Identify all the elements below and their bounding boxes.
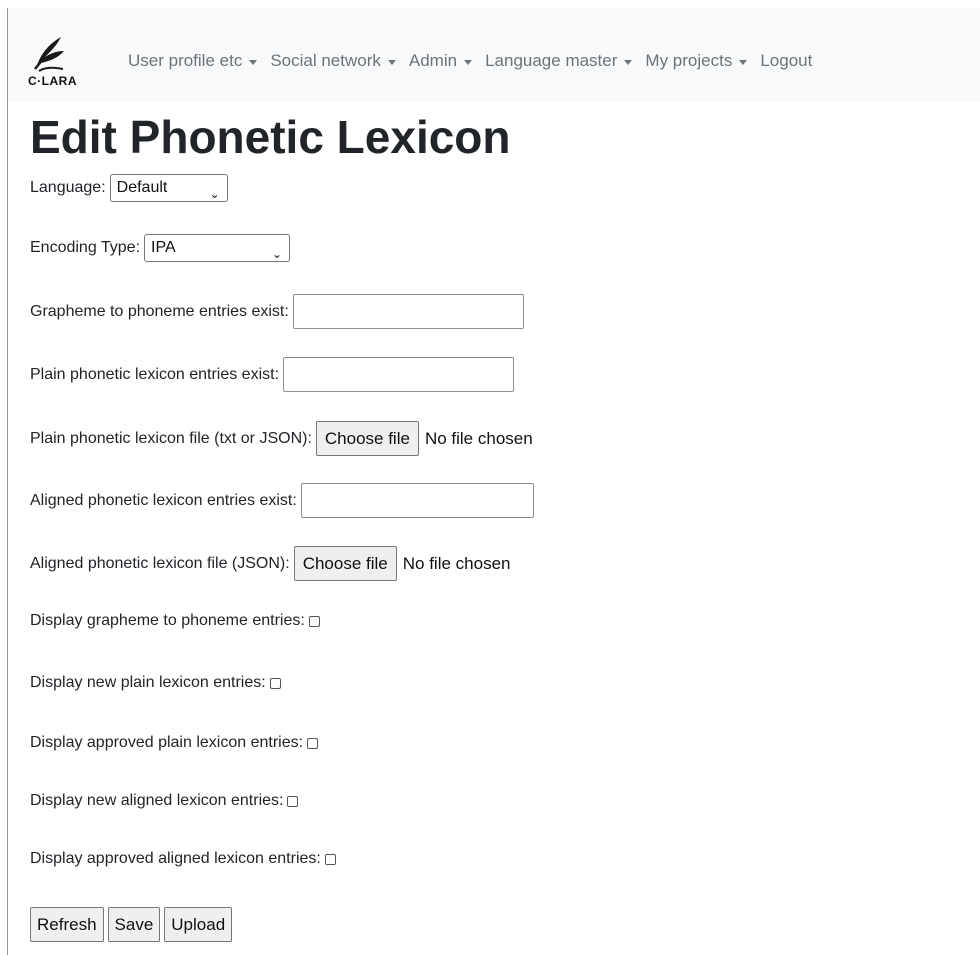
display-approved-plain-checkbox[interactable] — [307, 737, 319, 749]
aligned-file-status: No file chosen — [402, 553, 511, 573]
save-button[interactable]: Save — [107, 907, 161, 942]
quill-pen-logo-icon — [34, 37, 64, 72]
aligned-exist-label: Aligned phonetic lexicon entries exist: — [30, 491, 297, 509]
plain-file-row: Plain phonetic lexicon file (txt or JSON… — [30, 421, 533, 456]
g2p-exist-row: Grapheme to phoneme entries exist: — [30, 294, 524, 329]
aligned-file-choose-button[interactable]: Choose file — [293, 546, 397, 581]
nav-social-network[interactable]: Social network — [270, 51, 396, 71]
left-border — [7, 8, 8, 955]
encoding-select-value: IPA — [151, 239, 176, 256]
g2p-exist-input[interactable] — [292, 294, 524, 329]
display-approved-aligned-row: Display approved aligned lexicon entries… — [30, 850, 336, 868]
plain-file-choose-button[interactable]: Choose file — [315, 421, 419, 456]
nav-logout[interactable]: Logout — [760, 51, 812, 71]
nav-logout-label: Logout — [760, 51, 813, 70]
caret-down-icon — [739, 59, 748, 65]
g2p-exist-label: Grapheme to phoneme entries exist: — [30, 302, 289, 320]
encoding-row: Encoding Type: IPA ⌄ — [30, 234, 291, 262]
display-new-aligned-label: Display new aligned lexicon entries: — [30, 792, 284, 809]
plain-file-status: No file chosen — [424, 428, 533, 448]
encoding-select[interactable]: IPA ⌄ — [144, 234, 291, 262]
display-new-plain-row: Display new plain lexicon entries: — [30, 674, 281, 692]
plain-exist-input[interactable] — [283, 357, 515, 392]
encoding-label: Encoding Type: — [30, 239, 141, 256]
logo-text: C·LARA — [28, 74, 77, 88]
plain-file-label: Plain phonetic lexicon file (txt or JSON… — [30, 429, 312, 447]
aligned-exist-row: Aligned phonetic lexicon entries exist: — [30, 483, 534, 518]
nav-my-projects-label: My projects — [645, 51, 733, 70]
language-row: Language: Default ⌄ — [30, 174, 228, 202]
nav-admin[interactable]: Admin — [408, 51, 473, 71]
display-new-aligned-checkbox[interactable] — [287, 795, 299, 807]
caret-down-icon — [624, 59, 633, 65]
nav-social-network-label: Social network — [270, 51, 381, 70]
display-g2p-label: Display grapheme to phoneme entries: — [30, 612, 305, 629]
aligned-exist-input[interactable] — [300, 483, 534, 518]
display-new-aligned-row: Display new aligned lexicon entries: — [30, 792, 299, 810]
display-g2p-checkbox[interactable] — [308, 615, 320, 627]
display-approved-aligned-label: Display approved aligned lexicon entries… — [30, 850, 321, 867]
display-approved-aligned-checkbox[interactable] — [324, 853, 336, 865]
navbar: C·LARA User profile etc Social network A… — [8, 8, 980, 102]
plain-exist-label: Plain phonetic lexicon entries exist: — [30, 365, 280, 383]
language-select[interactable]: Default ⌄ — [109, 174, 228, 202]
nav-admin-label: Admin — [408, 51, 458, 70]
aligned-file-row: Aligned phonetic lexicon file (JSON): Ch… — [30, 546, 510, 581]
display-new-plain-label: Display new plain lexicon entries: — [30, 674, 266, 691]
language-select-value: Default — [116, 179, 168, 196]
caret-down-icon — [464, 59, 473, 65]
chevron-down-icon: ⌄ — [271, 247, 283, 261]
display-new-plain-checkbox[interactable] — [269, 677, 281, 689]
nav-user-profile-label: User profile etc — [128, 51, 243, 70]
display-g2p-row: Display grapheme to phoneme entries: — [30, 612, 320, 630]
caret-down-icon — [249, 59, 258, 65]
upload-button[interactable]: Upload — [164, 907, 233, 942]
nav-menu: User profile etc Social network Admin La… — [128, 51, 825, 71]
caret-down-icon — [387, 59, 396, 65]
refresh-button[interactable]: Refresh — [30, 907, 104, 942]
chevron-down-icon: ⌄ — [209, 187, 220, 201]
clara-logo[interactable]: C·LARA — [28, 27, 77, 95]
nav-language-master-label: Language master — [485, 51, 618, 70]
action-buttons: Refresh Save Upload — [30, 907, 236, 942]
display-approved-plain-row: Display approved plain lexicon entries: — [30, 734, 319, 752]
nav-my-projects[interactable]: My projects — [645, 51, 748, 71]
nav-language-master[interactable]: Language master — [485, 51, 633, 71]
display-approved-plain-label: Display approved plain lexicon entries: — [30, 734, 304, 751]
plain-exist-row: Plain phonetic lexicon entries exist: — [30, 357, 515, 392]
nav-user-profile[interactable]: User profile etc — [128, 51, 258, 71]
language-label: Language: — [30, 179, 106, 196]
page-title: Edit Phonetic Lexicon — [30, 111, 511, 163]
aligned-file-label: Aligned phonetic lexicon file (JSON): — [30, 554, 290, 572]
